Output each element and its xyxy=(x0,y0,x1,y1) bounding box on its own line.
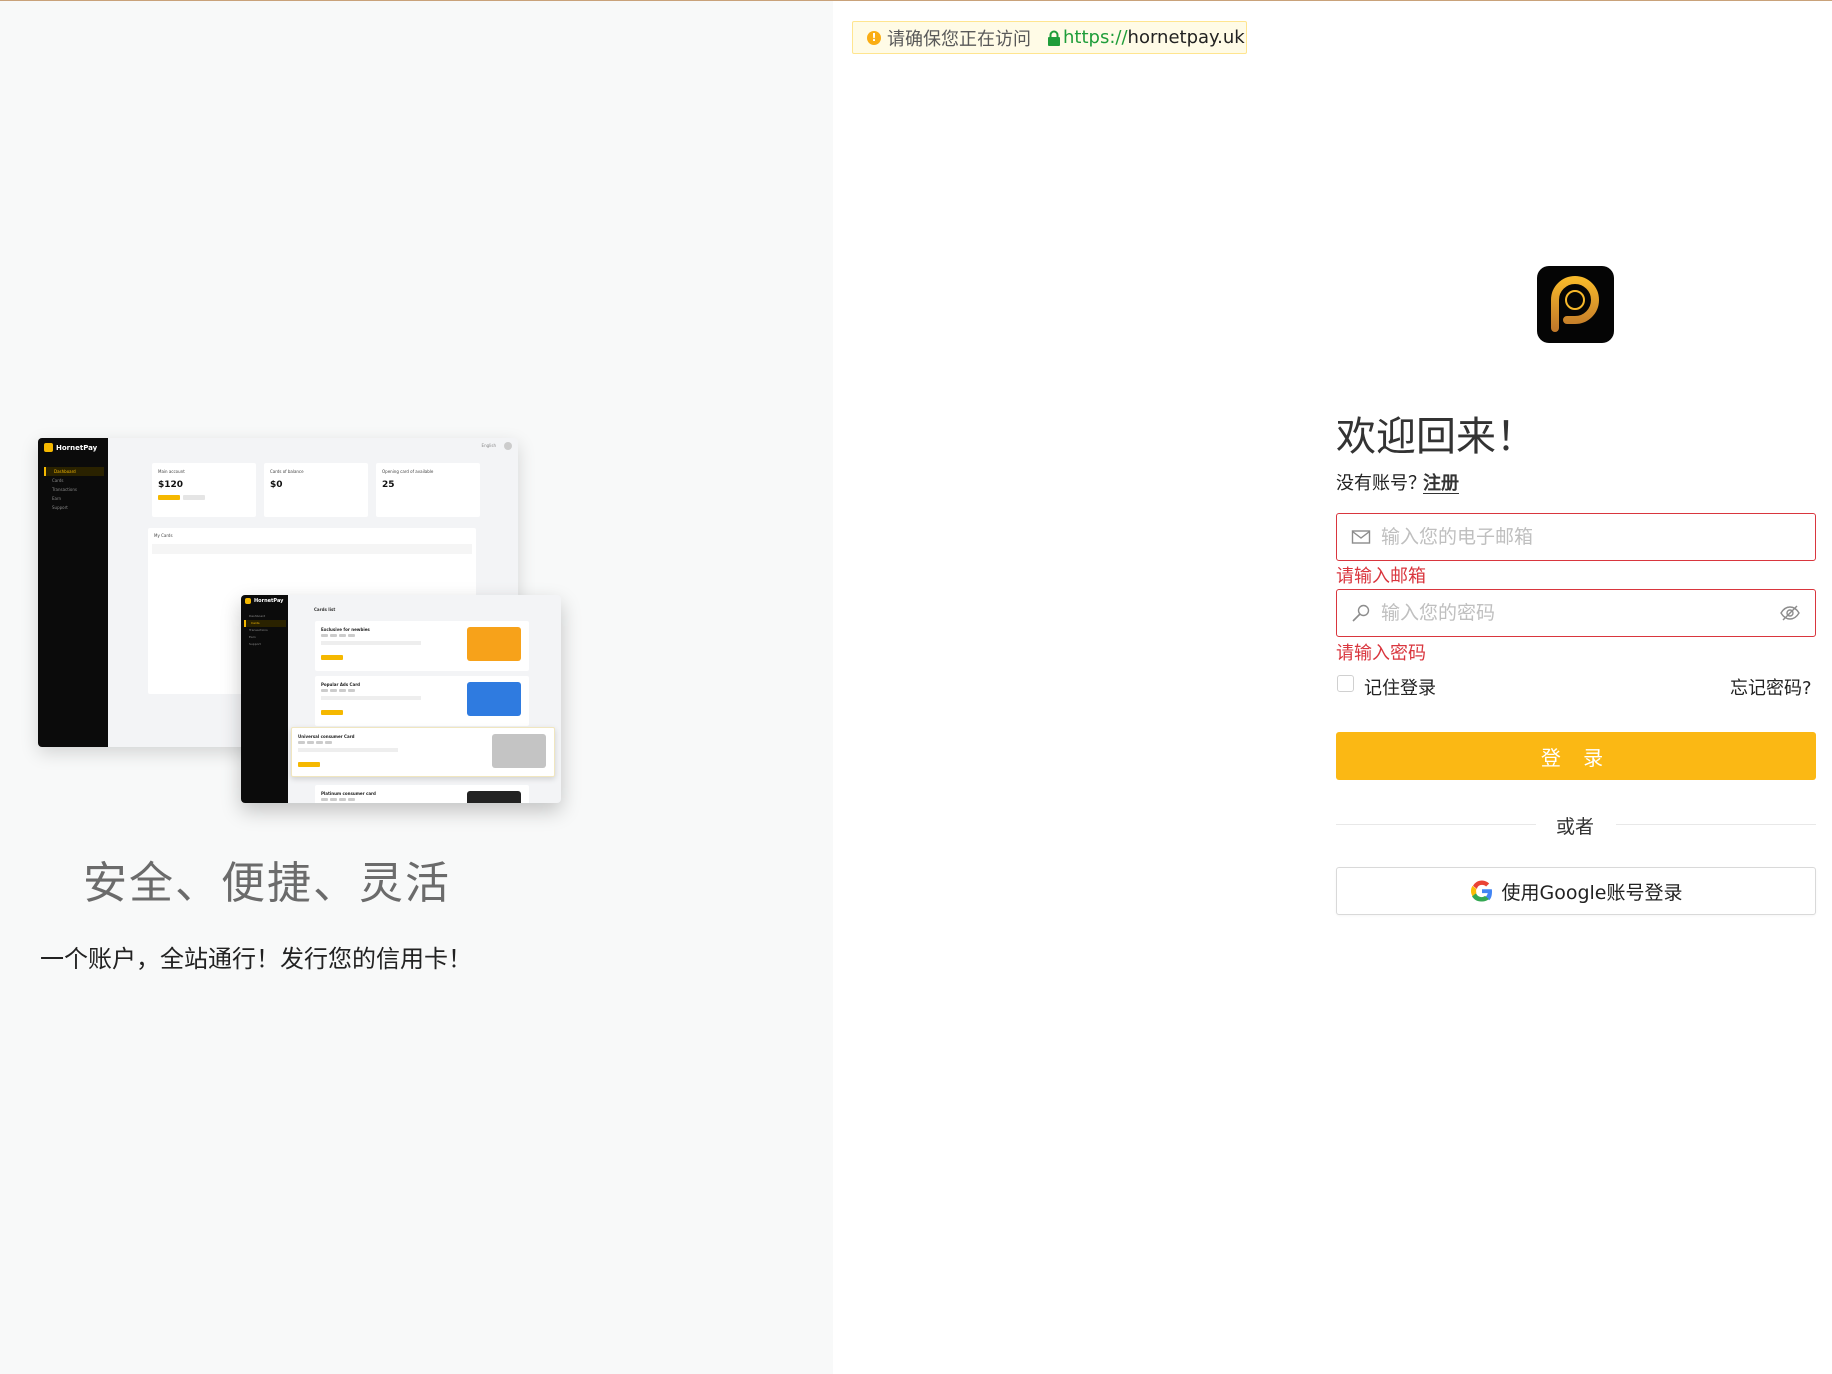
hornetpay-logo xyxy=(1537,266,1614,343)
mockup-card-visual xyxy=(467,791,521,803)
mockup-nav-item: Transactions xyxy=(52,487,77,492)
mockup-my-cards-title: My Cards xyxy=(154,533,173,538)
mockup-card-visual xyxy=(467,682,521,716)
password-error: 请输入密码 xyxy=(1336,643,1426,664)
hornetpay-logo-icon xyxy=(1551,276,1599,332)
mockup-language: English xyxy=(481,443,496,448)
mockup-card-name: Popular Ads Card xyxy=(321,682,361,687)
mockup-logo: HornetPay xyxy=(44,443,97,452)
mockup-sidebar: HornetPay Dashboard Cards Transactions E… xyxy=(38,438,108,747)
warning-icon: ! xyxy=(867,30,881,45)
mockup-logo: HornetPay xyxy=(245,598,283,604)
mockup-card-row: Exclusive for newbies xyxy=(315,621,529,671)
mockup-brand: HornetPay xyxy=(56,443,98,452)
mockup-logo-icon xyxy=(44,443,53,452)
google-icon xyxy=(1471,880,1493,902)
mockup-logo-icon xyxy=(245,598,251,604)
password-input[interactable] xyxy=(1371,590,1779,636)
or-divider-text: 或者 xyxy=(1556,816,1595,838)
mockup-stat-label: Main account xyxy=(158,469,185,474)
mockup-nav: Dashboard Cards Transactions Earn Suppor… xyxy=(244,613,286,648)
mockup-stat-card: Cards of balance $0 xyxy=(264,463,368,517)
email-field[interactable] xyxy=(1336,513,1816,561)
mockup-stat-label: Cards of balance xyxy=(270,469,304,474)
mockup-nav-item: Cards xyxy=(52,478,64,483)
mockup-stat-label: Opening card of available xyxy=(382,469,434,474)
remember-me-checkbox[interactable] xyxy=(1337,675,1354,692)
mockup-brand: HornetPay xyxy=(254,598,284,604)
mockup-nav-item: Support xyxy=(52,505,68,510)
mockup-card-row: Universal consumer Card xyxy=(291,727,555,777)
mockup-nav: Dashboard Cards Transactions Earn Suppor… xyxy=(44,467,104,512)
mockup-stat-value: 25 xyxy=(382,480,395,490)
mockup-nav-item: Dashboard xyxy=(249,614,266,618)
mockup-stat-value: $0 xyxy=(270,480,283,490)
eye-invisible-icon[interactable] xyxy=(1779,602,1801,624)
mockup-nav-item: Cards xyxy=(244,620,286,627)
password-field[interactable] xyxy=(1336,589,1816,637)
mockup-card-row: Platinum consumer card xyxy=(315,785,529,803)
mockup-nav-item: Support xyxy=(249,642,261,646)
login-button[interactable]: 登 录 xyxy=(1336,732,1816,780)
security-banner: ! 请确保您正在访问 https:// hornetpay.uk xyxy=(852,21,1247,54)
mockup-card-name: Platinum consumer card xyxy=(321,791,376,796)
mockup-cards-list-title: Cards list xyxy=(314,607,336,612)
email-input[interactable] xyxy=(1371,514,1815,560)
mockup-card-visual xyxy=(467,627,521,661)
forgot-password-link[interactable]: 忘记密码? xyxy=(1730,674,1812,700)
no-account-text: 没有账号？ xyxy=(1336,473,1426,494)
mockup-nav-item: Earn xyxy=(249,635,256,639)
mail-icon xyxy=(1351,530,1371,544)
url-host: hornetpay.uk xyxy=(1127,27,1245,48)
mockup-card-name: Universal consumer Card xyxy=(298,734,355,739)
url-scheme: https:// xyxy=(1063,27,1128,48)
cards-list-mockup-image: HornetPay Dashboard Cards Transactions E… xyxy=(241,595,561,803)
mockup-stat-value: $120 xyxy=(158,480,184,490)
mockup-stat-card: Opening card of available 25 xyxy=(376,463,480,517)
lock-icon xyxy=(1048,30,1060,46)
mockup-stat-card: Main account $120 xyxy=(152,463,256,517)
mockup-nav-item: Transactions xyxy=(249,628,268,632)
mockup-nav-item: Earn xyxy=(52,496,62,501)
google-login-label: 使用Google账号登录 xyxy=(1501,881,1683,904)
mockup-card-visual xyxy=(492,734,546,768)
remember-me-label[interactable]: 记住登录 xyxy=(1364,674,1436,700)
email-error: 请输入邮箱 xyxy=(1336,566,1426,587)
welcome-title: 欢迎回来！ xyxy=(1336,414,1536,460)
google-login-button[interactable]: 使用Google账号登录 xyxy=(1336,867,1816,915)
security-warning-text: 请确保您正在访问 xyxy=(887,28,1031,50)
mockup-avatar xyxy=(504,442,512,450)
mockup-sidebar: HornetPay Dashboard Cards Transactions E… xyxy=(241,595,288,803)
hero-slogan: 安全、便捷、灵活 xyxy=(83,858,451,909)
mockup-nav-item: Dashboard xyxy=(44,467,104,476)
register-link[interactable]: 注册 xyxy=(1423,469,1459,495)
divider-line-left xyxy=(1336,824,1536,825)
key-icon xyxy=(1352,604,1370,622)
mockup-card-name: Exclusive for newbies xyxy=(321,627,370,632)
divider-line-right xyxy=(1616,824,1816,825)
hero-tagline: 一个账户，全站通行！发行您的信用卡！ xyxy=(40,945,472,973)
mockup-card-row: Popular Ads Card xyxy=(315,676,529,726)
